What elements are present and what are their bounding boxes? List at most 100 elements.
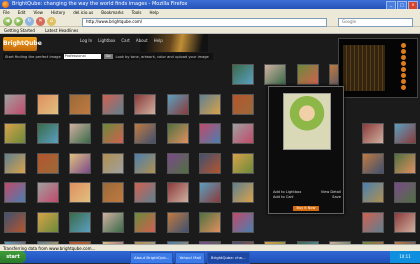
image-thumbnail[interactable]: [4, 152, 26, 174]
image-thumbnail[interactable]: [101, 211, 124, 233]
menu-file[interactable]: File: [3, 9, 10, 16]
taskbar: start About BrightQub... Yahoo! Mail Bri…: [0, 251, 420, 264]
image-thumbnail[interactable]: [134, 152, 156, 174]
reload-icon[interactable]: ↻: [25, 17, 34, 26]
bookmarks-toolbar: Getting Started Latest Headlines: [0, 27, 420, 34]
image-thumbnail[interactable]: [134, 182, 156, 203]
image-thumbnail[interactable]: [394, 211, 416, 233]
image-thumbnail[interactable]: [231, 182, 254, 203]
color-slider[interactable]: [395, 43, 411, 95]
home-icon[interactable]: ⌂: [47, 17, 56, 26]
image-thumbnail[interactable]: [231, 123, 254, 144]
menu-bar: File Edit View History del.icio.us Bookm…: [0, 9, 420, 16]
image-thumbnail[interactable]: [69, 211, 91, 233]
search-label: Start finding the perfect image: [5, 54, 61, 59]
image-thumbnail[interactable]: [361, 152, 384, 174]
image-thumbnail[interactable]: [264, 64, 286, 85]
image-thumbnail[interactable]: [231, 152, 254, 174]
save-link[interactable]: Save: [332, 195, 341, 200]
image-thumbnail[interactable]: [69, 93, 91, 115]
site-nav: Log In Lightbox Cart About Help: [80, 38, 163, 43]
buy-now-button[interactable]: Buy it Now: [293, 206, 319, 211]
image-thumbnail[interactable]: [134, 123, 156, 144]
back-icon[interactable]: ◀: [3, 17, 12, 26]
image-thumbnail[interactable]: [36, 123, 59, 144]
add-to-cart-link[interactable]: Add to Cart: [273, 195, 293, 200]
site-logo[interactable]: BrightQube: [3, 37, 42, 51]
image-thumbnail[interactable]: [4, 93, 26, 115]
image-thumbnail[interactable]: [231, 64, 254, 85]
search-hint: Look by tone, artwork, color and upload …: [115, 54, 209, 59]
image-thumbnail[interactable]: [166, 152, 189, 174]
forward-icon[interactable]: ▶: [14, 17, 23, 26]
image-thumbnail[interactable]: [361, 211, 384, 233]
bookmark-latest-headlines[interactable]: Latest Headlines: [45, 27, 78, 33]
image-thumbnail[interactable]: [361, 123, 384, 144]
image-thumbnail[interactable]: [36, 152, 59, 174]
image-thumbnail[interactable]: [101, 182, 124, 203]
color-grid[interactable]: [343, 45, 385, 91]
image-thumbnail[interactable]: [199, 123, 221, 144]
menu-delicious[interactable]: del.icio.us: [73, 9, 93, 16]
image-thumbnail[interactable]: [199, 152, 221, 174]
image-thumbnail[interactable]: [231, 211, 254, 233]
image-thumbnail[interactable]: [166, 211, 189, 233]
image-thumbnail[interactable]: [394, 182, 416, 203]
image-thumbnail[interactable]: [101, 152, 124, 174]
image-thumbnail[interactable]: [166, 93, 189, 115]
image-thumbnail[interactable]: [69, 182, 91, 203]
firefox-icon: [2, 1, 9, 8]
image-thumbnail[interactable]: [36, 211, 59, 233]
site-search-input[interactable]: Professional: [63, 54, 101, 59]
image-thumbnail[interactable]: [394, 152, 416, 174]
nav-about[interactable]: About: [136, 38, 148, 43]
navigation-toolbar: ◀ ▶ ↻ ✕ ⌂ http://www.brightqube.com/ Goo…: [0, 16, 420, 27]
nav-login[interactable]: Log In: [80, 38, 92, 43]
preview-image[interactable]: [283, 93, 331, 150]
image-thumbnail[interactable]: [4, 182, 26, 203]
task-brightqube[interactable]: BrightQube: cha...: [207, 252, 250, 264]
image-thumbnail[interactable]: [231, 93, 254, 115]
image-thumbnail[interactable]: [69, 152, 91, 174]
image-preview-popup: Add to Lightbox View Detail Add to Cart …: [268, 86, 344, 214]
menu-history[interactable]: History: [51, 9, 65, 16]
nav-lightbox[interactable]: Lightbox: [98, 38, 115, 43]
menu-bookmarks[interactable]: Bookmarks: [101, 9, 123, 16]
image-thumbnail[interactable]: [101, 123, 124, 144]
image-thumbnail[interactable]: [4, 123, 26, 144]
stop-icon[interactable]: ✕: [36, 17, 45, 26]
bookmark-getting-started[interactable]: Getting Started: [4, 27, 35, 33]
image-thumbnail[interactable]: [296, 64, 319, 85]
color-filter-panel[interactable]: [338, 38, 418, 98]
image-thumbnail[interactable]: [166, 123, 189, 144]
task-yahoo[interactable]: Yahoo! Mail: [175, 252, 206, 264]
image-thumbnail[interactable]: [69, 123, 91, 144]
clock: 10:11: [390, 251, 420, 263]
nav-help[interactable]: Help: [154, 38, 163, 43]
search-input[interactable]: Google: [338, 18, 413, 27]
nav-cart[interactable]: Cart: [121, 38, 129, 43]
image-thumbnail[interactable]: [36, 93, 59, 115]
menu-tools[interactable]: Tools: [132, 9, 142, 16]
image-thumbnail[interactable]: [101, 93, 124, 115]
menu-edit[interactable]: Edit: [18, 9, 26, 16]
image-thumbnail[interactable]: [134, 211, 156, 233]
task-about[interactable]: About BrightQub...: [130, 252, 174, 264]
page-content: BrightQube Log In Lightbox Cart About He…: [0, 34, 420, 244]
site-search-bar: Start finding the perfect image Professi…: [3, 53, 213, 60]
image-thumbnail[interactable]: [199, 93, 221, 115]
image-thumbnail[interactable]: [134, 93, 156, 115]
address-bar[interactable]: http://www.brightqube.com/: [82, 18, 327, 27]
start-button[interactable]: start: [0, 251, 26, 263]
image-thumbnail[interactable]: [394, 123, 416, 144]
image-thumbnail[interactable]: [199, 182, 221, 203]
site-search-button[interactable]: Go: [103, 54, 113, 59]
menu-view[interactable]: View: [33, 9, 43, 16]
image-thumbnail[interactable]: [4, 211, 26, 233]
image-thumbnail[interactable]: [166, 182, 189, 203]
image-thumbnail[interactable]: [361, 182, 384, 203]
window-title: BrightQube: changing the way the world f…: [12, 1, 188, 7]
image-thumbnail[interactable]: [36, 182, 59, 203]
image-thumbnail[interactable]: [199, 211, 221, 233]
menu-help[interactable]: Help: [149, 9, 158, 16]
